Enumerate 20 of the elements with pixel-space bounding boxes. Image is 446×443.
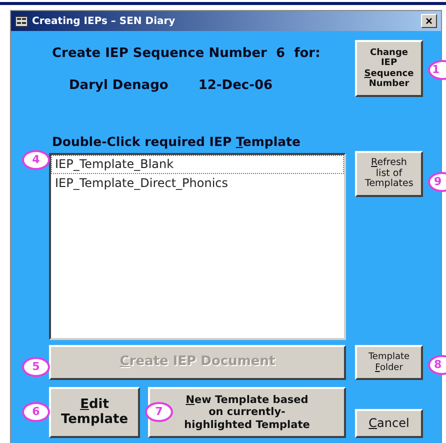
template-item[interactable]: IEP_Template_Direct_Phonics [51,174,344,193]
callout-badge: 1 [428,60,446,80]
window-title: Creating IEPs – SEN Diary [32,16,176,26]
form-icon [15,16,28,26]
list-label: Double-Click required IEP Template [51,134,302,149]
pupil-date: 12-Dec-06 [198,78,273,92]
pupil-name: Daryl Denago [69,78,168,92]
callout-badge: 9 [428,172,446,192]
heading-text: Create IEP Sequence Number 6 for: [51,46,322,60]
template-item[interactable]: IEP_Template_Blank [51,155,344,174]
callout-badge: 6 [22,402,50,422]
refresh-button[interactable]: Refresh list of Templates [355,151,423,197]
callout-badge: 8 [428,355,446,375]
cancel-button[interactable]: Cancel [355,409,423,438]
close-button[interactable]: × [421,14,437,28]
edit-button[interactable]: Edit Template [49,387,140,438]
folder-button[interactable]: Template Folder [355,345,423,380]
change-button[interactable]: Change IEP Sequence Number [355,40,423,97]
callout-badge: 5 [22,357,50,377]
callout-badge: 4 [22,150,50,170]
